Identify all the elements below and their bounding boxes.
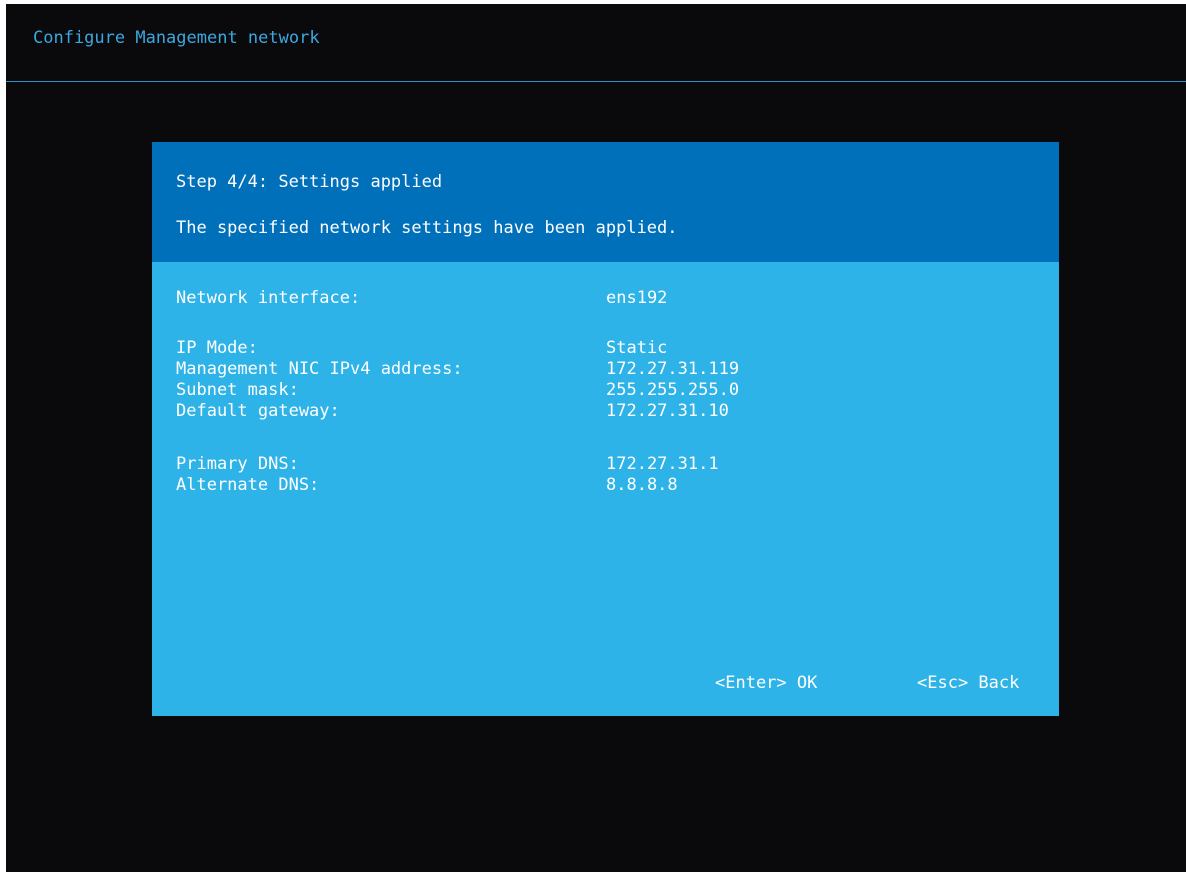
field-value-primary-dns: 172.27.31.1 <box>606 454 719 474</box>
ok-button[interactable]: <Enter> OK <box>715 672 817 694</box>
field-label-network-interface: Network interface: <box>176 288 361 308</box>
field-value-default-gateway: 172.27.31.10 <box>606 401 729 421</box>
field-value-ip-mode: Static <box>606 338 668 358</box>
header-divider <box>6 81 1186 82</box>
field-value-ipv4-address: 172.27.31.119 <box>606 359 740 379</box>
field-label-primary-dns: Primary DNS: <box>176 454 299 474</box>
field-label-default-gateway: Default gateway: <box>176 401 340 421</box>
field-value-subnet-mask: 255.255.255.0 <box>606 380 740 400</box>
step-title: Step 4/4: Settings applied <box>176 172 443 192</box>
field-label-alternate-dns: Alternate DNS: <box>176 475 320 495</box>
field-value-network-interface: ens192 <box>606 288 668 308</box>
field-label-ip-mode: IP Mode: <box>176 338 258 358</box>
page-title: Configure Management network <box>33 28 320 48</box>
field-value-alternate-dns: 8.8.8.8 <box>606 475 678 495</box>
screen-border-top <box>0 0 1186 4</box>
screen-border-left <box>0 0 6 872</box>
settings-dialog: Step 4/4: Settings applied The specified… <box>152 142 1059 716</box>
field-label-subnet-mask: Subnet mask: <box>176 380 299 400</box>
step-description: The specified network settings have been… <box>176 218 678 238</box>
dialog-header: Step 4/4: Settings applied The specified… <box>152 142 1059 262</box>
back-button[interactable]: <Esc> Back <box>917 672 1019 694</box>
field-label-ipv4-address: Management NIC IPv4 address: <box>176 359 463 379</box>
